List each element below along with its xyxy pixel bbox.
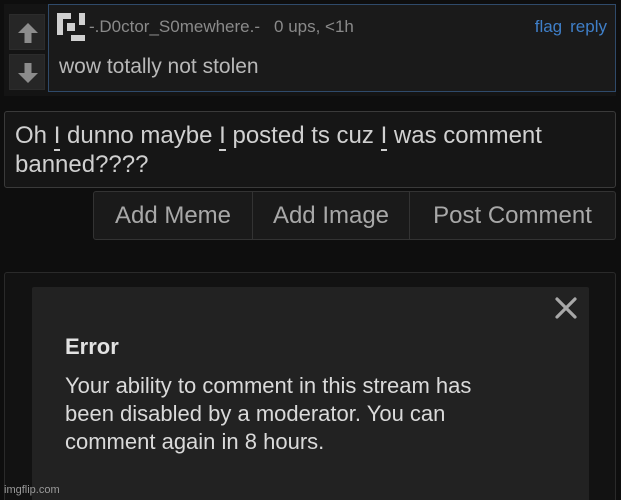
error-modal: Error Your ability to comment in this st… <box>32 287 589 500</box>
comment-meta: -.D0ctor_S0mewhere.- 0 ups, <1h <box>89 17 354 37</box>
comment-actions: flag reply <box>527 17 607 37</box>
reply-link[interactable]: reply <box>570 17 607 36</box>
composer-button-row: Add Meme Add Image Post Comment <box>93 191 616 240</box>
error-message: Your ability to comment in this stream h… <box>65 373 472 454</box>
comment-username[interactable]: -.D0ctor_S0mewhere.- <box>89 17 260 36</box>
comment-score: 0 ups, <1h <box>274 17 354 36</box>
downvote-button[interactable] <box>9 54 45 90</box>
arrow-up-icon <box>18 23 38 43</box>
identicon-avatar[interactable] <box>57 13 85 41</box>
error-title: Error <box>65 334 119 359</box>
upvote-button[interactable] <box>9 14 45 50</box>
post-comment-button[interactable]: Post Comment <box>410 192 615 239</box>
flag-link[interactable]: flag <box>535 17 562 36</box>
comment: -.D0ctor_S0mewhere.- 0 ups, <1h flag reply… <box>4 4 616 96</box>
watermark: imgflip.com <box>4 484 60 496</box>
close-icon[interactable] <box>554 296 578 320</box>
textarea-line-1: Oh I dunno maybe I posted ts cuz I was c… <box>15 122 542 151</box>
comment-body: -.D0ctor_S0mewhere.- 0 ups, <1h flag reply… <box>48 4 616 92</box>
textarea-line-2: banned???? <box>15 151 149 178</box>
comment-textarea[interactable]: Oh I dunno maybe I posted ts cuz I was c… <box>4 111 616 188</box>
add-meme-button[interactable]: Add Meme <box>94 192 253 239</box>
comment-text: wow totally not stolen <box>59 55 259 78</box>
add-image-button[interactable]: Add Image <box>253 192 410 239</box>
arrow-down-icon <box>18 63 38 83</box>
vote-column <box>4 4 48 96</box>
